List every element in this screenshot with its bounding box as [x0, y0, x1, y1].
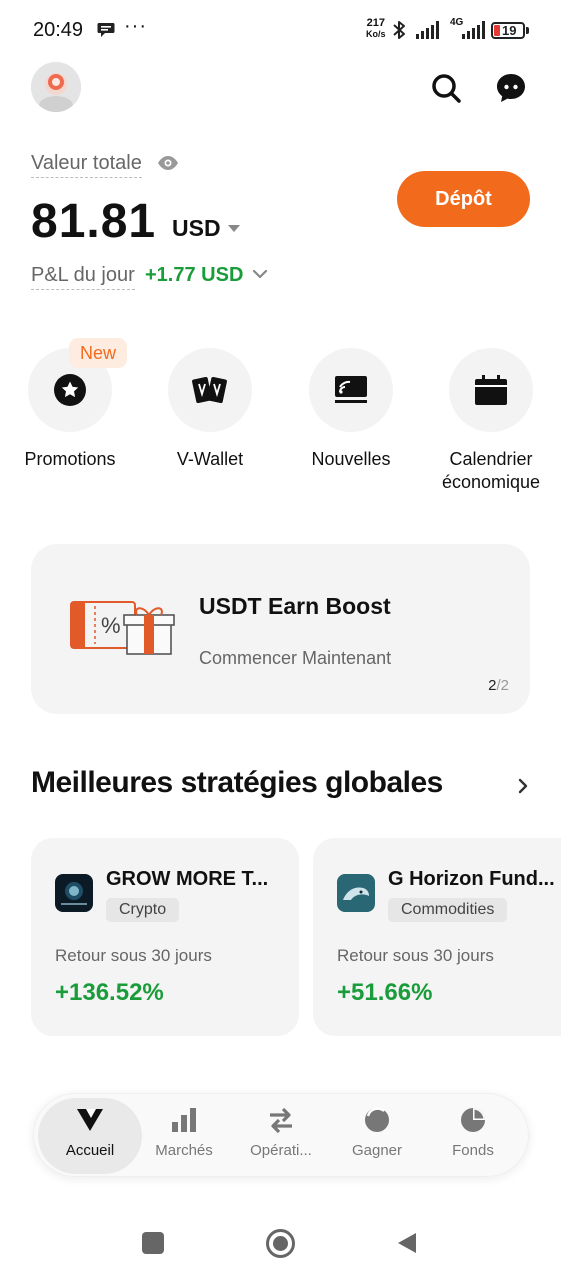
home-logo-icon — [77, 1109, 103, 1131]
pnl-label[interactable]: P&L du jour — [31, 264, 135, 290]
recent-apps-button[interactable] — [142, 1232, 164, 1254]
nav-operations[interactable]: Opérati... — [233, 1094, 329, 1178]
nav-label: Opérati... — [250, 1142, 312, 1159]
currency-selector[interactable]: USD — [172, 215, 221, 242]
strategy-tag: Commodities — [388, 898, 508, 922]
total-value-label[interactable]: Valeur totale — [31, 152, 142, 178]
strategy-name: GROW MORE T... — [106, 868, 269, 890]
caret-down-icon[interactable] — [228, 225, 240, 233]
promo-banner[interactable]: % USDT Earn Boost Commencer Maintenant 2… — [31, 544, 530, 714]
earn-icon — [365, 1107, 389, 1132]
message-notification-icon — [97, 23, 115, 37]
home-button[interactable] — [265, 1228, 296, 1259]
search-icon[interactable] — [430, 72, 462, 104]
coupon-gift-icon: % — [70, 601, 175, 655]
strategy-logo — [55, 874, 93, 912]
nav-label: Accueil — [65, 1142, 115, 1159]
strategy-card[interactable]: G Horizon Fund... Commodities Retour sou… — [313, 838, 561, 1036]
nav-fonds[interactable]: Fonds — [425, 1094, 521, 1178]
promo-pager: 2/2 — [488, 677, 509, 694]
status-bar: 20:49 ··· 217 Ko/s 4G 19 — [0, 0, 561, 60]
return-value: +51.66% — [337, 979, 433, 1006]
signal-icon — [416, 21, 439, 39]
avatar[interactable] — [31, 62, 81, 112]
more-notifications-icon: ··· — [124, 15, 147, 37]
svg-text:%: % — [101, 613, 121, 638]
chat-icon[interactable] — [495, 72, 527, 104]
shortcut-label: Promotions — [24, 449, 116, 469]
shortcut-label: Calendrier économique — [441, 449, 541, 492]
strategy-logo — [337, 874, 375, 912]
deposit-button[interactable]: Dépôt — [397, 171, 530, 227]
pnl-value: +1.77 USD — [145, 264, 244, 286]
bluetooth-icon — [393, 21, 405, 39]
return-value: +136.52% — [55, 979, 164, 1006]
markets-icon — [172, 1108, 196, 1132]
nav-gagner[interactable]: Gagner — [329, 1094, 425, 1178]
shortcut-label: Nouvelles — [311, 449, 391, 469]
network-speed: 217 Ko/s — [366, 17, 386, 40]
nav-label: Fonds — [452, 1142, 494, 1159]
promo-title: USDT Earn Boost — [199, 593, 391, 619]
battery-icon: 19 — [491, 22, 525, 39]
strategy-tag: Crypto — [106, 898, 180, 922]
swap-icon — [270, 1107, 292, 1134]
return-label: Retour sous 30 jours — [55, 946, 212, 965]
news-icon — [335, 376, 367, 403]
funds-pie-icon — [461, 1108, 485, 1132]
chevron-down-icon[interactable] — [252, 268, 268, 280]
star-icon — [54, 374, 86, 406]
status-time: 20:49 — [33, 19, 84, 41]
shortcut-label: V-Wallet — [176, 449, 244, 469]
calendar-icon — [475, 375, 507, 405]
bottom-nav: Accueil Marchés Opérati... Gagner Fonds — [33, 1093, 529, 1177]
strategy-card[interactable]: GROW MORE T... Crypto Retour sous 30 jou… — [31, 838, 299, 1036]
eye-icon[interactable] — [157, 154, 179, 172]
nav-marches[interactable]: Marchés — [136, 1094, 232, 1178]
return-label: Retour sous 30 jours — [337, 946, 494, 965]
new-badge: New — [69, 338, 128, 368]
battery-level: 19 — [502, 23, 517, 38]
back-button[interactable] — [396, 1231, 418, 1255]
nav-label: Marchés — [155, 1142, 213, 1159]
avatar-image — [31, 62, 81, 112]
strategy-name: G Horizon Fund... — [388, 868, 555, 890]
signal-icon-2 — [462, 21, 485, 39]
wallet-cards-icon — [192, 376, 227, 404]
total-value: 81.81 — [31, 195, 157, 248]
strategies-title: Meilleures stratégies globales — [31, 766, 443, 799]
promo-subtitle[interactable]: Commencer Maintenant — [199, 648, 391, 669]
nav-label: Gagner — [351, 1142, 403, 1159]
nav-accueil[interactable]: Accueil — [38, 1098, 142, 1174]
chevron-right-icon[interactable] — [516, 777, 530, 795]
